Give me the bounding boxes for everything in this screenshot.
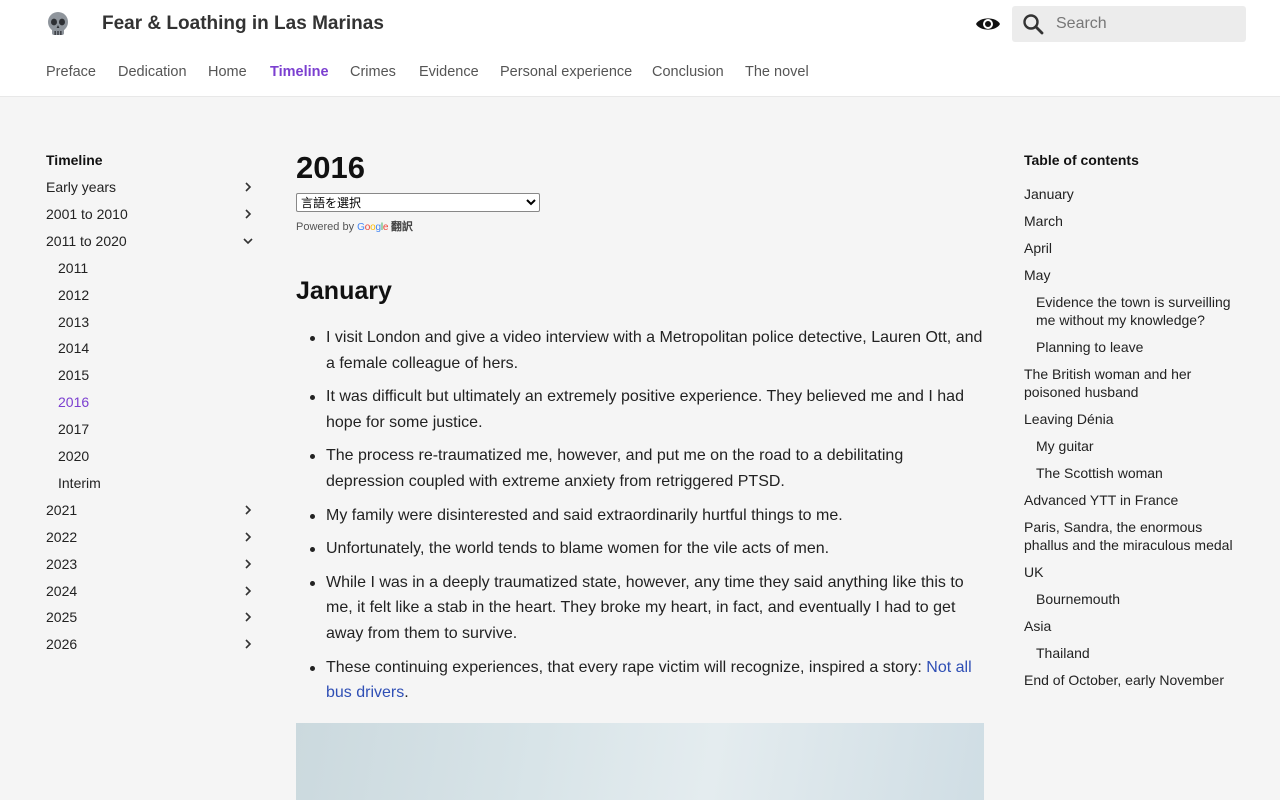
sidebar-item-label: 2023 [46,555,78,572]
bullet-item: The process re-traumatized me, however, … [296,443,984,494]
nav-crimes[interactable]: Crimes [350,64,396,80]
sidebar-title: Timeline [46,152,103,168]
toc-item[interactable]: Asia [1024,617,1240,635]
sidebar-item-label: 2001 to 2010 [46,205,128,222]
search-box[interactable] [1012,6,1246,42]
nav-conclusion[interactable]: Conclusion [652,64,724,80]
nav-the-novel[interactable]: The novel [745,64,809,80]
toc-title: Table of contents [1024,152,1139,168]
sidebar-item-label: Early years [46,179,117,195]
sidebar-item-label: 2026 [46,636,78,653]
chevron-right-icon[interactable] [242,504,254,516]
bullet-item: Unfortunately, the world tends to blame … [296,536,984,562]
section-title-january: January [296,277,392,305]
bullet-story-text: These continuing experiences, that every… [326,658,927,676]
sidebar-item-2012[interactable]: 2012 [46,285,256,305]
skull-icon[interactable] [46,11,70,37]
sidebar-item-label: 2020 [58,448,90,464]
nav-evidence[interactable]: Evidence [419,64,479,80]
toc-item[interactable]: March [1024,212,1240,230]
january-bullets: I visit London and give a video intervie… [296,325,984,714]
sidebar-item-2024[interactable]: 2024 [46,581,256,601]
sidebar-item-2011[interactable]: 2011 [46,258,256,278]
toc-item[interactable]: Advanced YTT in France [1024,491,1240,509]
toc-item[interactable]: May [1024,266,1240,284]
sidebar-item-2021[interactable]: 2021 [46,500,256,520]
bullet-item: I visit London and give a video intervie… [296,325,984,376]
eye-icon[interactable] [975,12,1001,36]
toc-item[interactable]: The British woman and her poisoned husba… [1024,365,1240,401]
sidebar-item-2016[interactable]: 2016 [46,392,256,412]
sidebar-item-2011-to-2020[interactable]: 2011 to 2020 [46,231,256,251]
sidebar-item-2013[interactable]: 2013 [46,312,256,332]
sidebar-item-label: 2025 [46,609,78,626]
search-icon [1023,14,1044,35]
powered-by-label: Powered by [296,221,355,233]
sidebar-item-label: 2024 [46,582,78,599]
toc-item[interactable]: Thailand [1036,644,1240,662]
toc-item[interactable]: My guitar [1036,437,1240,455]
google-logo[interactable]: Google [357,222,391,233]
sidebar-item-2014[interactable]: 2014 [46,338,256,358]
sidebar-item-label: 2011 [58,259,89,276]
sidebar-item-label: 2021 [46,501,78,518]
search-input[interactable] [1056,6,1242,42]
hero-image [296,723,984,800]
nav-preface[interactable]: Preface [46,64,96,80]
translate-label[interactable]: 翻訳 [391,221,413,233]
sidebar-item-label: 2011 to 2020 [46,232,127,249]
toc-item[interactable]: The Scottish woman [1036,464,1240,482]
toc-item[interactable]: April [1024,239,1240,257]
toc-item[interactable]: UK [1024,563,1240,581]
bullet-item: While I was in a deeply traumatized stat… [296,570,984,647]
site-header: Fear & Loathing in Las Marinas Preface De… [0,0,1280,97]
chevron-right-icon[interactable] [242,181,254,193]
sidebar-item-2026[interactable]: 2026 [46,634,256,654]
sidebar-item-2023[interactable]: 2023 [46,554,256,574]
toc-item[interactable]: Bournemouth [1036,590,1240,608]
toc-item[interactable]: Planning to leave [1036,338,1240,356]
bullet-story-end: . [404,684,409,702]
sidebar-item-label: 2016 [58,394,90,411]
toc-item[interactable]: Leaving Dénia [1024,410,1240,428]
language-select[interactable]: 言語を選択 [296,193,540,212]
nav-dedication[interactable]: Dedication [118,64,187,80]
sidebar-item-2025[interactable]: 2025 [46,607,256,627]
page-title: 2016 [296,150,365,185]
site-title[interactable]: Fear & Loathing in Las Marinas [102,13,384,35]
toc-item[interactable]: Paris, Sandra, the enormous phallus and … [1024,518,1240,554]
nav-personal-experience[interactable]: Personal experience [500,64,632,80]
chevron-right-icon[interactable] [242,611,254,623]
sidebar-item-label: Interim [58,474,101,491]
nav-home[interactable]: Home [208,64,247,80]
chevron-right-icon[interactable] [242,531,254,543]
sidebar-item-label: 2013 [58,313,90,330]
toc-item[interactable]: January [1024,185,1240,203]
chevron-down-icon[interactable] [242,235,254,247]
sidebar-item-label: 2012 [58,286,90,303]
bullet-item-story: These continuing experiences, that every… [296,655,984,706]
toc-item[interactable]: Evidence the town is surveilling me with… [1036,293,1240,329]
sidebar-item-early-years[interactable]: Early years [46,177,256,197]
sidebar-item-interim[interactable]: Interim [46,473,256,493]
sidebar-item-2001-to-2010[interactable]: 2001 to 2010 [46,204,256,224]
toc-item[interactable]: End of October, early November [1024,671,1240,689]
sidebar-item-2022[interactable]: 2022 [46,527,256,547]
sidebar-item-2020[interactable]: 2020 [46,446,256,466]
chevron-right-icon[interactable] [242,208,254,220]
bullet-item: It was difficult but ultimately an extre… [296,384,984,435]
sidebar-item-label: 2022 [46,528,78,545]
sidebar-item-2017[interactable]: 2017 [46,419,256,439]
bullet-item: My family were disinterested and said ex… [296,503,984,529]
chevron-right-icon[interactable] [242,638,254,650]
chevron-right-icon[interactable] [242,585,254,597]
chevron-right-icon[interactable] [242,558,254,570]
sidebar-item-label: 2017 [58,421,90,438]
sidebar-item-label: 2014 [58,340,90,357]
nav-timeline[interactable]: Timeline [270,64,329,80]
sidebar-item-label: 2015 [58,367,90,384]
powered-by-google: Powered by Google 翻訳 [296,218,413,234]
sidebar-item-2015[interactable]: 2015 [46,365,256,385]
